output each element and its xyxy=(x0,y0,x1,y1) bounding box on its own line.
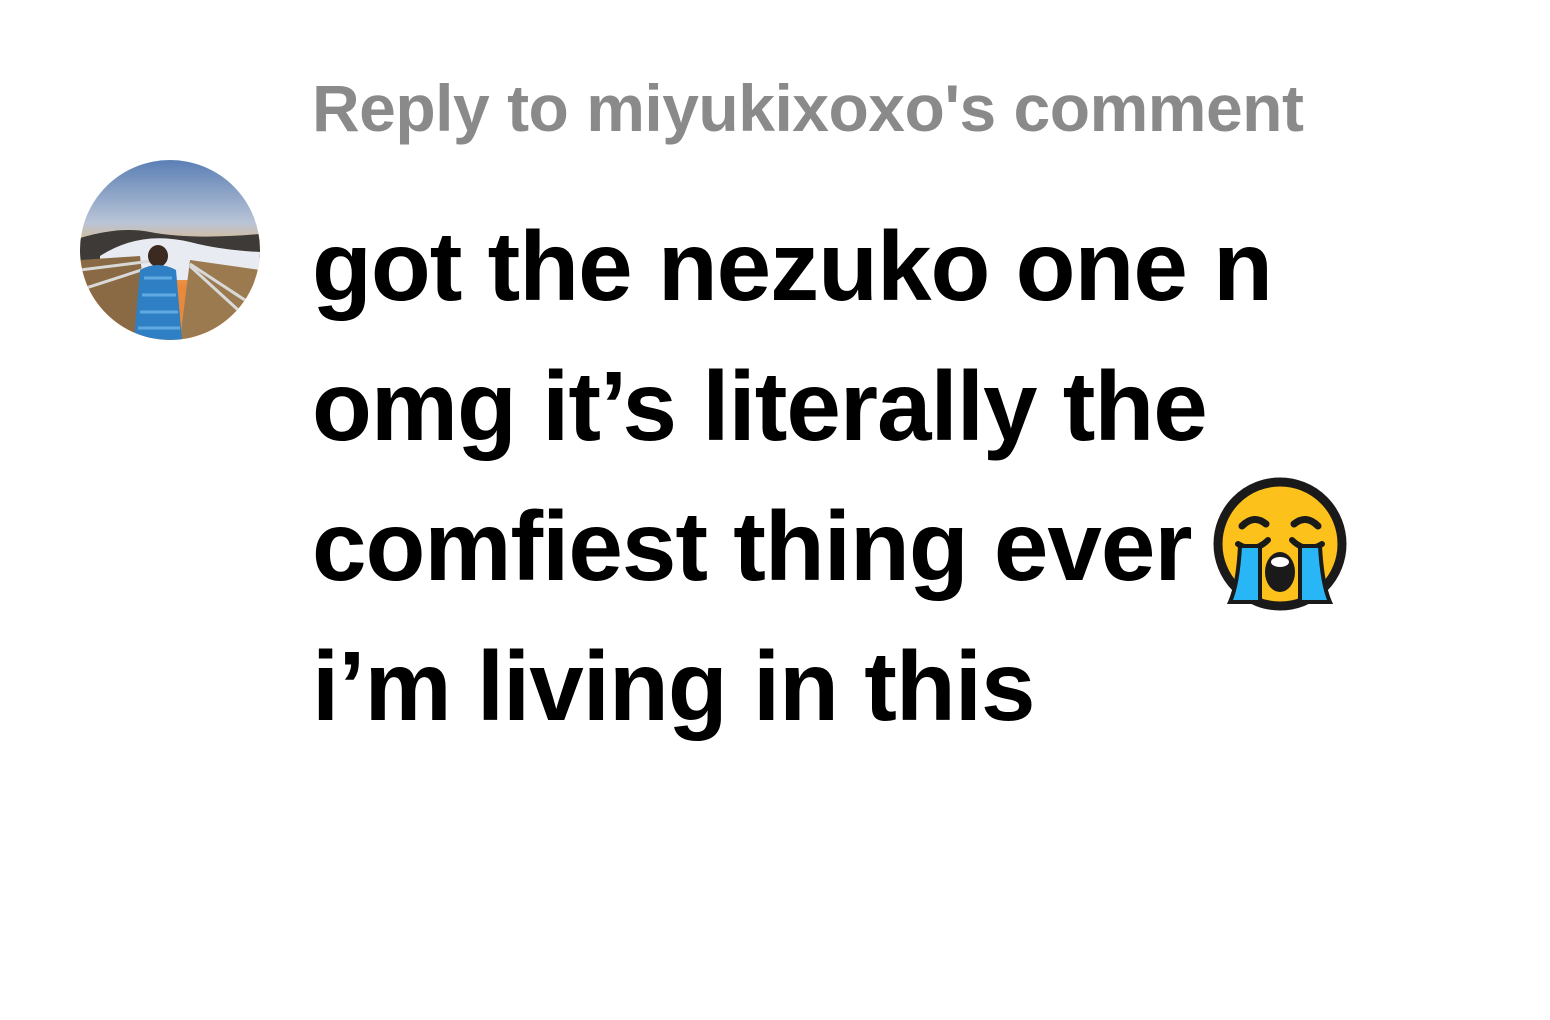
reply-to-label: Reply to miyukixoxo's comment xyxy=(312,71,1304,145)
comment-line: got the nezuko one n xyxy=(312,211,1273,321)
avatar-photo-icon xyxy=(80,160,260,340)
comment-line-text: comfiest thing ever xyxy=(312,491,1193,601)
user-avatar[interactable] xyxy=(80,160,260,340)
comment-line-with-emoji: comfiest thing ever xyxy=(312,476,1512,616)
comment-line: omg it’s literally the xyxy=(312,351,1208,461)
comment-line: i’m living in this xyxy=(312,631,1036,741)
comment-text: got the nezuko one n omg it’s literally … xyxy=(312,196,1512,756)
loudly-crying-face-icon xyxy=(1210,474,1350,614)
